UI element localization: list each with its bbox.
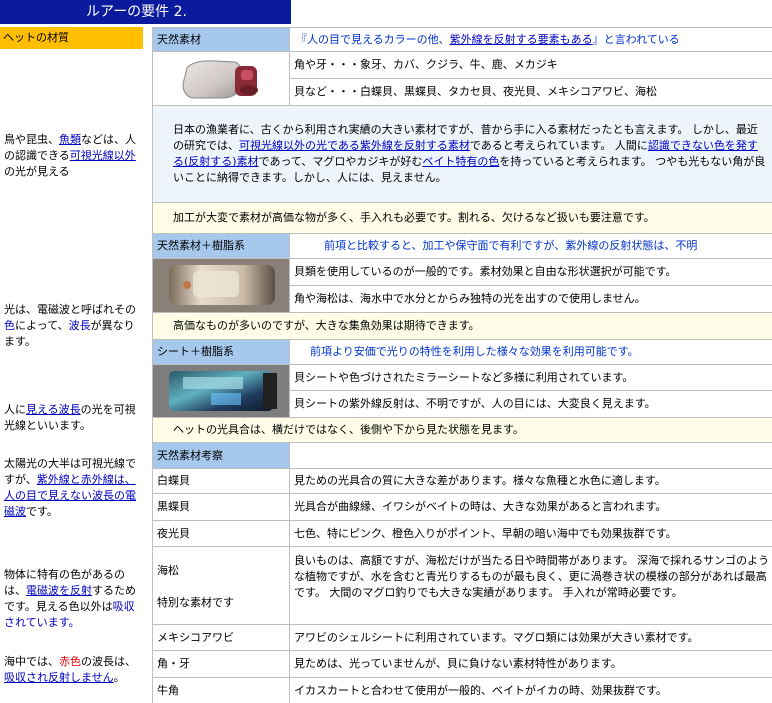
page-title: ルアーの要件 2. (0, 0, 291, 24)
info-row: 高価なものが多いのですが、大きな集魚効果は期待できます。 (153, 313, 772, 339)
material-name-main: 海松 (157, 564, 179, 577)
section-description: 日本の漁業者に、古くから利用され実績の大きい素材ですが、昔から手に入る素材だった… (153, 106, 772, 202)
lure-photo-resin (153, 259, 289, 312)
note-text: 』と言われている (592, 33, 680, 46)
material-desc: 見ためは、光っていませんが、貝に負けない素材特性があります。 (290, 651, 772, 677)
material-name: 黒蝶貝 (153, 494, 289, 520)
material-desc: 七色、特にピンク、橙色入りがポイント、早朝の暗い海中でも効果抜群です。 (290, 521, 772, 546)
material-row: 貝シートや色づけされたミラーシートなど多様に利用されています。 (290, 365, 772, 390)
sidebar-text: によって、 (15, 319, 69, 332)
caution-row: 加工が大変で素材が高価な物が多く、手入れも必要です。割れる、欠けるなど扱いも要注… (153, 203, 772, 233)
link-non-visible-light[interactable]: 可視光線以外 (70, 149, 136, 162)
sidebar-text: 人に (4, 403, 26, 416)
lure-head-image (153, 259, 289, 312)
material-row: 貝類を使用しているのが一般的です。素材効果と自由な形状選択が可能です。 (290, 259, 772, 285)
material-row: 貝など・・・白蝶貝、黒蝶貝、タカセ貝、夜光貝、メキシコアワビ、海松 (290, 79, 772, 105)
sidebar-text: の光が見える (4, 165, 70, 178)
text-wavelength: 波長 (68, 319, 91, 332)
sidebar-note-vision: 鳥や昆虫、魚類などは、人の認識できる可視光線以外の光が見える (4, 132, 144, 180)
link-uv-reflect[interactable]: 紫外線を反射する要素もある (450, 33, 593, 46)
sidebar-text: の波長は、 (81, 655, 136, 668)
material-name: 海松 特別な素材です (153, 547, 289, 624)
sidebar-note-sea: 海中では、赤色の波長は、吸収され反射しません。 (4, 654, 144, 686)
material-desc: イカスカートと合わせて使用が一般的、ベイトがイカの時、効果抜群です。 (290, 678, 772, 703)
material-name: 夜光貝 (153, 521, 289, 546)
link-visible-wavelength[interactable]: 見える波長 (26, 403, 81, 416)
materials-table: 天然素材 『人の目で見えるカラーの他、紫外線を反射する要素もある』と言われている… (152, 27, 772, 703)
sidebar-note-visible: 人に見える波長の光を可視光線といいます。 (4, 402, 144, 434)
material-desc: 良いものは、高額ですが、海松だけが当たる日や時間帯があります。 深海で採れるサン… (290, 547, 772, 624)
info-row: ヘットの光具合は、横だけではなく、後側や下から見た状態を見ます。 (153, 418, 772, 442)
section-note: 前項と比較すると、加工や保守面で有利ですが、紫外線の反射状態は、不明 (290, 234, 772, 258)
link-bait-color[interactable]: ベイト特有の色 (422, 155, 499, 168)
lure-head-image (182, 60, 258, 99)
material-name: メキシコアワビ (153, 625, 289, 650)
section-header: シート＋樹脂系 (153, 340, 289, 364)
section-note: 『人の目で見えるカラーの他、紫外線を反射する要素もある』と言われている (290, 28, 772, 51)
link-fish[interactable]: 魚類 (59, 133, 81, 146)
material-name: 牛角 (153, 678, 289, 703)
material-name: 角・牙 (153, 651, 289, 677)
section-header: 天然素材＋樹脂系 (153, 234, 289, 258)
sidebar-text: 海中では、 (4, 655, 59, 668)
section-header: 天然素材 (153, 28, 289, 51)
material-row: 角や牙・・・象牙、カバ、クジラ、牛、鹿、メカジキ (290, 52, 772, 78)
material-desc: アワビのシェルシートに利用されています。マグロ類には効果が大きい素材です。 (290, 625, 772, 650)
link-reflect[interactable]: 電磁波を反射 (26, 584, 92, 597)
sidebar-text: です。 (26, 505, 58, 518)
material-name: 白蝶貝 (153, 469, 289, 493)
material-row: 貝シートの紫外線反射は、不明ですが、人の目には、大変良く見えます。 (290, 391, 772, 417)
note-text: 『人の目で見えるカラーの他、 (296, 33, 450, 46)
lure-head-image (153, 365, 289, 417)
material-row: 角や海松は、海水中で水分とからみ独特の光を出すので使用しません。 (290, 286, 772, 312)
sidebar-text: 鳥や昆虫、 (4, 133, 59, 146)
sidebar-text: 光は、電磁波と呼ばれその (4, 303, 136, 316)
text-color: 色 (4, 319, 15, 332)
material-name-note: 特別な素材です (157, 596, 234, 609)
section-header: 天然素材考察 (153, 443, 289, 468)
header-spacer (290, 443, 772, 468)
para-text: であると考えられています。 人間に (469, 139, 648, 152)
sidebar-note-sunlight: 太陽光の大半は可視光線ですが、紫外線と赤外線は、人の目で見えない波長の電磁波です… (4, 456, 144, 520)
lure-photo-natural (153, 52, 289, 105)
sidebar-note-color: 物体に特有の色があるのは、電磁波を反射するためです。見える色以外は吸収されていま… (4, 567, 144, 631)
material-desc: 見ための光具合の質に大きな差があります。様々な魚種と水色に適します。 (290, 469, 772, 493)
sidebar-header: ヘットの材質 (0, 27, 143, 49)
link-absorbed[interactable]: 吸収され反射しません (4, 671, 114, 684)
text-red: 赤色 (59, 655, 81, 668)
material-desc: 光具合が曲線縁、イワシがベイトの時は、大きな効果があると言われます。 (290, 494, 772, 520)
para-text: であって、マグロやカジキが好む (258, 155, 423, 168)
section-note: 前項より安価で光りの特性を利用した様々な効果を利用可能です。 (290, 340, 772, 364)
lure-photo-sheet (153, 365, 289, 417)
sidebar-text: 。 (113, 671, 125, 684)
sidebar-note-wavelength: 光は、電磁波と呼ばれその色によって、波長が異なります。 (4, 302, 144, 350)
link-uv-material[interactable]: 可視光線以外の光である紫外線を反射する素材 (239, 139, 470, 152)
